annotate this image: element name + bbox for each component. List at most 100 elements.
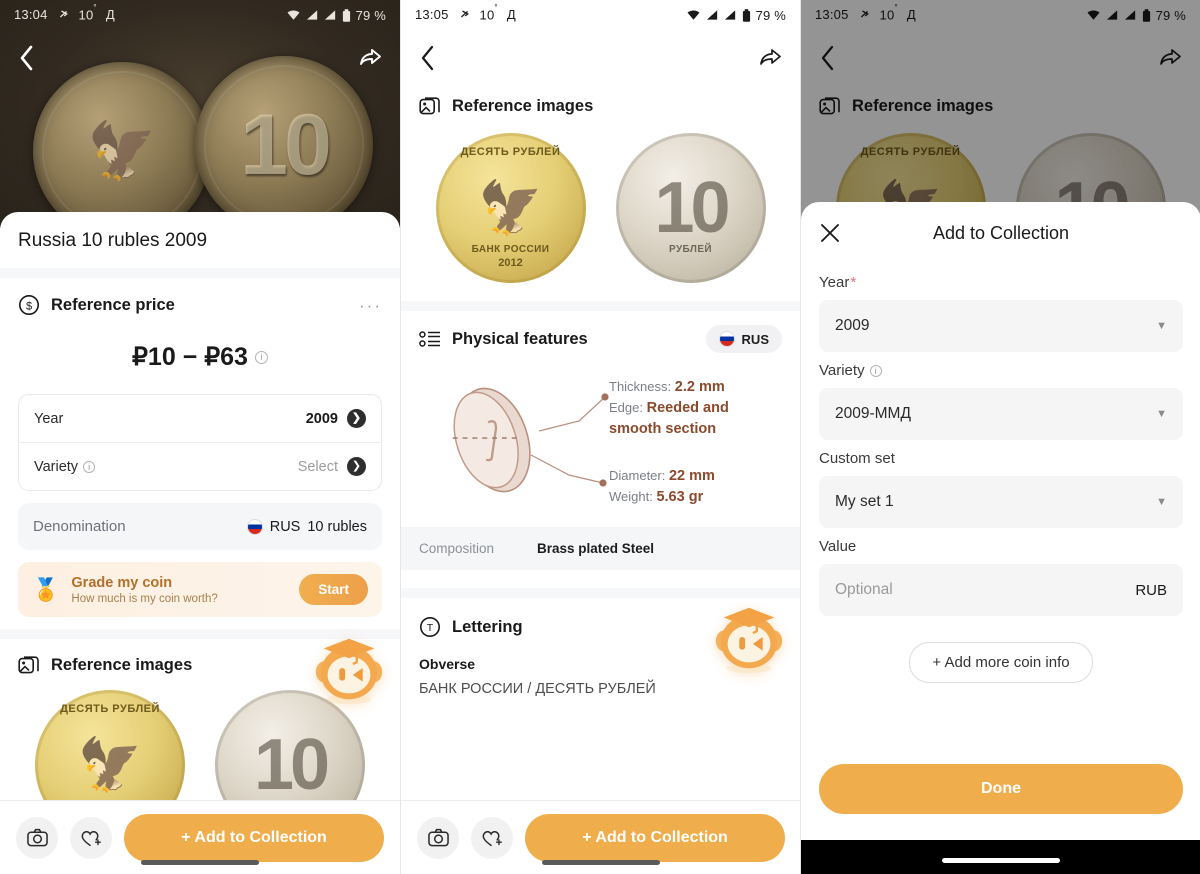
images-icon <box>18 656 39 674</box>
wifi-icon <box>287 10 300 20</box>
add-to-collection-button[interactable]: + Add to Collection <box>124 813 384 862</box>
start-grading-button[interactable]: Start <box>299 574 368 605</box>
thickness-value: 2.2 mm <box>674 379 725 395</box>
lettering-section: T Lettering Obverse БАНК РОССИИ / ДЕСЯТЬ… <box>401 598 800 697</box>
page-title: Russia 10 rubles 2009 <box>18 230 208 251</box>
add-to-collection-modal: Add to Collection Year * 2009 ▼ Variety i … <box>801 202 1200 840</box>
mascot-graduate-icon <box>315 638 383 705</box>
value-input-placeholder: Optional <box>835 581 893 598</box>
chevron-down-icon: ▼ <box>1156 496 1167 508</box>
coin-value-mark: 10 <box>253 725 330 805</box>
country-badge[interactable]: RUS <box>705 325 782 353</box>
variety-value: Select <box>297 458 338 475</box>
coin-hero-photo[interactable]: 13:04 10° Д 79 % 🦅 10 <box>0 0 400 228</box>
reference-price-section: $ Reference price ··· ₽10 − ₽63 i Year 20… <box>0 278 400 617</box>
back-button[interactable] <box>419 44 436 72</box>
dollar-circle-icon: $ <box>19 295 39 315</box>
reference-coin-obverse[interactable]: ДЕСЯТЬ РУБЛЕЙ 🦅 БАНК РОССИИ 2012 <box>435 133 586 283</box>
eagle-emblem-icon: 🦅 <box>77 736 143 795</box>
table-row[interactable]: Year 2009 ❯ <box>19 395 381 442</box>
more-options-icon[interactable]: ··· <box>359 297 382 314</box>
bluetooth-share-icon <box>460 11 469 18</box>
favorite-button[interactable] <box>471 816 513 859</box>
favorite-button[interactable] <box>70 816 112 859</box>
signal-1-icon <box>706 10 717 20</box>
reference-coin-reverse[interactable]: 10 РУБЛЕЙ <box>615 133 766 283</box>
custom-set-select[interactable]: My set 1 ▼ <box>819 476 1183 528</box>
list-features-icon <box>419 331 440 347</box>
heart-plus-icon <box>482 830 502 846</box>
phone-screen-add-to-collection: 13:05 10° Д 79 % Reference images ДЕСЯТЬ… <box>800 0 1200 874</box>
phone-screen-physical-features: 13:05 10° Д 79 % Reference images ДЕСЯТЬ… <box>400 0 800 874</box>
year-field-label: Year * <box>819 274 857 291</box>
medal-icon: 🏅 <box>32 576 60 602</box>
chevron-right-icon[interactable]: ❯ <box>347 457 366 476</box>
heart-plus-icon <box>81 830 101 846</box>
battery-icon <box>742 8 750 22</box>
camera-button[interactable] <box>417 816 459 859</box>
section-divider <box>401 588 800 598</box>
edge-label: Edge: <box>609 400 643 416</box>
variety-info-icon[interactable]: i <box>869 364 882 377</box>
svg-text:$: $ <box>26 301 32 313</box>
reference-price-value: ₽10 − ₽63 <box>132 343 248 371</box>
attribute-card: Year 2009 ❯ Variety i Select ❯ <box>18 394 382 491</box>
status-language: Д <box>506 7 516 23</box>
reference-price-heading: Reference price <box>51 295 175 314</box>
denomination-row: Denomination RUS 10 rubles <box>18 503 382 550</box>
close-icon <box>821 224 839 242</box>
chevron-right-icon[interactable]: ❯ <box>347 409 366 428</box>
price-info-icon[interactable]: i <box>254 351 268 364</box>
table-row[interactable]: Variety i Select ❯ <box>19 442 381 490</box>
add-to-collection-button[interactable]: + Add to Collection <box>525 813 785 862</box>
share-button[interactable] <box>358 44 382 72</box>
eagle-emblem-icon: 🦅 <box>478 179 543 238</box>
grade-my-coin-banner[interactable]: 🏅 Grade my coin How much is my coin wort… <box>18 562 382 617</box>
coin-year-mark: 2012 <box>498 257 523 269</box>
grade-subtitle: How much is my coin worth? <box>71 592 218 605</box>
status-temperature: 10° <box>78 3 97 23</box>
country-badge-label: RUS <box>741 331 769 347</box>
svg-text:T: T <box>427 622 434 634</box>
battery-icon <box>342 8 350 22</box>
share-icon <box>360 49 381 65</box>
value-input[interactable]: Optional RUB <box>819 564 1183 616</box>
camera-button[interactable] <box>16 816 58 859</box>
add-more-coin-info-button[interactable]: + Add more coin info <box>909 642 1093 683</box>
weight-value: 5.63 gr <box>656 489 704 506</box>
physical-features-heading: Physical features <box>452 329 588 348</box>
denomination-label: Denomination <box>33 518 126 535</box>
chevron-down-icon: ▼ <box>1156 408 1167 420</box>
modal-title: Add to Collection <box>932 222 1070 243</box>
coin-reverse-legend: РУБЛЕЙ <box>669 244 712 255</box>
chevron-down-icon: ▼ <box>1156 320 1167 332</box>
denomination-country: RUS <box>269 518 301 535</box>
close-button[interactable] <box>819 222 841 244</box>
variety-info-icon[interactable]: i <box>83 460 96 473</box>
share-button[interactable] <box>758 44 782 72</box>
composition-value: Brass plated Steel <box>537 541 655 556</box>
wifi-icon <box>687 10 700 20</box>
composition-row: Composition Brass plated Steel <box>401 527 800 570</box>
nav-bar <box>401 30 800 82</box>
custom-set-field-label: Custom set <box>819 450 895 467</box>
thickness-label: Thickness: <box>609 379 672 394</box>
status-time: 13:04 <box>14 7 48 23</box>
done-button[interactable]: Done <box>819 764 1183 814</box>
year-select[interactable]: 2009 ▼ <box>819 300 1183 352</box>
eagle-emblem-icon: 🦅 <box>87 119 157 182</box>
back-button[interactable] <box>18 44 35 72</box>
russia-flag-icon <box>246 518 263 535</box>
variety-select-value: 2009-ММД <box>835 405 911 422</box>
composition-label: Composition <box>419 541 495 556</box>
coin-top-legend: ДЕСЯТЬ РУБЛЕЙ <box>60 703 160 715</box>
home-indicator <box>942 858 1060 863</box>
russia-flag-icon <box>718 331 735 347</box>
reference-images-section: Reference images ДЕСЯТЬ РУБЛЕЙ 🦅 БАНК РО… <box>401 82 800 283</box>
year-select-value: 2009 <box>835 317 870 334</box>
variety-select[interactable]: 2009-ММД ▼ <box>819 388 1183 440</box>
coin-photo-obverse: 🦅 <box>33 62 211 228</box>
year-value: 2009 <box>305 410 338 427</box>
phone-screen-detail: 13:04 10° Д 79 % 🦅 10 Russia 10 rubles 2… <box>0 0 400 874</box>
home-indicator <box>541 860 660 865</box>
